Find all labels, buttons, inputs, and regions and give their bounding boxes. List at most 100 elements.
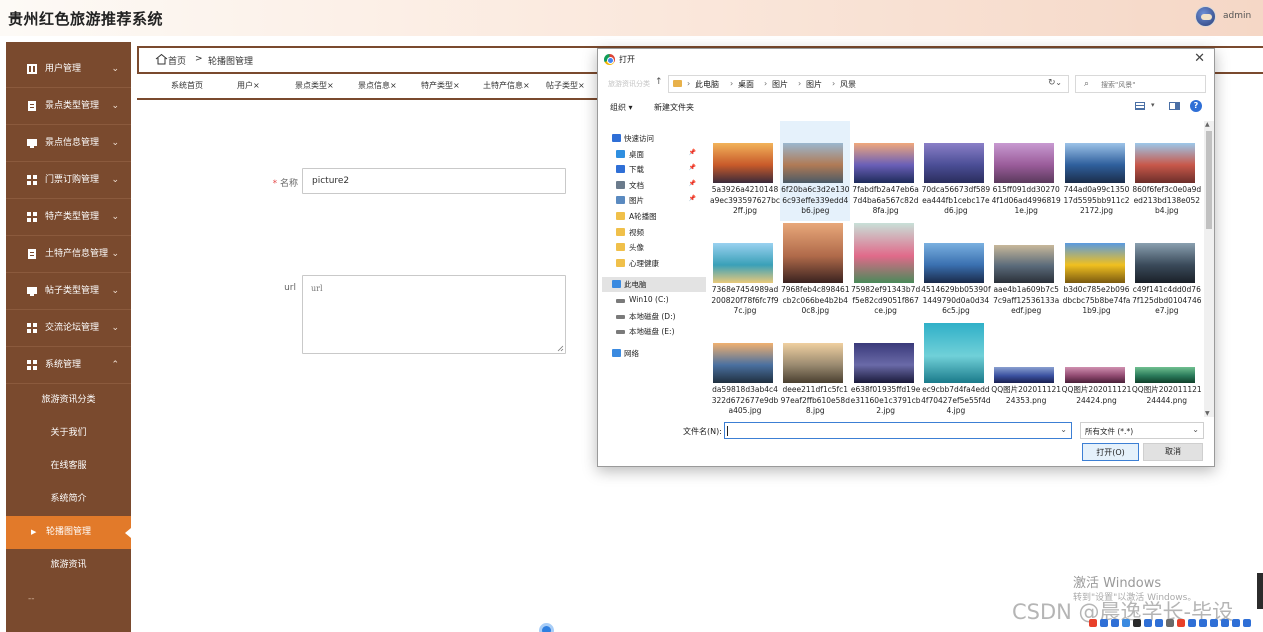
sidebar-subitem[interactable]: 旅游资讯分类 — [6, 384, 131, 417]
address-chevron-icon[interactable]: › — [687, 79, 690, 88]
tray-icon[interactable] — [1089, 619, 1097, 627]
refresh-icon[interactable]: ↻ — [1048, 78, 1056, 88]
scroll-up-icon[interactable]: ▲ — [1205, 121, 1210, 128]
file-item[interactable]: 7fabdfb2a47eb6a7d4ba6a567c82d8fa.jpg — [851, 121, 921, 221]
nav-pane-item[interactable]: 下载 📌 — [602, 162, 706, 177]
tray-icon[interactable] — [1122, 619, 1130, 627]
address-chevron-icon[interactable]: › — [730, 79, 733, 88]
file-item[interactable]: ec9cbb7d4fa4edd4f70427ef5e55f4d4.jpg — [921, 321, 991, 416]
address-segment[interactable]: 风景 — [840, 79, 856, 90]
file-item[interactable]: 860f6fef3c0e0a9ded213bd138e052b4.jpg — [1132, 121, 1202, 221]
file-item[interactable]: 744ad0a99c135017d5595bb911c22172.jpg — [1062, 121, 1132, 221]
tray-icon[interactable] — [1188, 619, 1196, 627]
sidebar-subitem[interactable]: 在线客服 — [6, 450, 131, 483]
file-item[interactable]: QQ图片20201112124444.png — [1132, 321, 1202, 416]
address-segment[interactable]: 图片 — [772, 79, 788, 90]
sidebar-subitem[interactable]: 关于我们 — [6, 417, 131, 450]
tab-item[interactable]: 景点类型× — [295, 80, 334, 91]
url-textarea[interactable] — [302, 275, 566, 354]
view-dropdown-icon[interactable]: ▾ — [1151, 101, 1155, 109]
tab-item[interactable]: 系统首页 — [171, 80, 203, 91]
sidebar-subitem[interactable]: 旅游资讯 — [6, 549, 131, 582]
address-chevron-icon[interactable]: › — [764, 79, 767, 88]
nav-pane-item[interactable]: 快速访问 — [602, 131, 706, 146]
file-item[interactable]: 615ff091dd302704f1d06ad49968191e.jpg — [991, 121, 1061, 221]
address-segment[interactable]: 桌面 — [738, 79, 754, 90]
resize-grip-icon[interactable] — [557, 345, 564, 352]
address-chevron-icon[interactable]: › — [832, 79, 835, 88]
address-chevron-icon[interactable]: › — [798, 79, 801, 88]
cancel-button[interactable]: 取消 — [1143, 443, 1203, 461]
tray-icon[interactable] — [1100, 619, 1108, 627]
nav-up-arrow-icon[interactable]: ↑ — [655, 77, 663, 87]
filename-dropdown-icon[interactable]: ⌄ — [1060, 425, 1067, 434]
open-button[interactable]: 打开(O) — [1082, 443, 1139, 461]
address-segment[interactable]: 图片 — [806, 79, 822, 90]
tray-icon[interactable] — [1166, 619, 1174, 627]
address-dropdown-icon[interactable]: ⌄ — [1055, 78, 1062, 87]
sidebar-menu-item[interactable]: 景点类型管理 ⌄ — [6, 87, 131, 124]
nav-pane-item[interactable]: 网络 — [602, 346, 706, 361]
scrollbar-thumb[interactable] — [1206, 131, 1212, 229]
search-box[interactable]: ⌕ 搜索"风景" — [1075, 75, 1206, 93]
nav-pane-item[interactable]: 文档 📌 — [602, 178, 706, 193]
sidebar-menu-item[interactable]: 帖子类型管理 ⌄ — [6, 272, 131, 309]
tray-icon[interactable] — [1133, 619, 1141, 627]
nav-pane-item[interactable]: A轮播图 — [602, 209, 706, 224]
file-item[interactable]: c49f141c4dd0d767f125dbd0104746e7.jpg — [1132, 221, 1202, 321]
sidebar-menu-item[interactable]: 景点信息管理 ⌄ — [6, 124, 131, 161]
preview-pane-icon[interactable] — [1169, 102, 1180, 110]
tab-item[interactable]: 用户× — [237, 80, 260, 91]
tab-item[interactable]: 特产类型× — [421, 80, 460, 91]
nav-pane-item[interactable]: 图片 📌 — [602, 193, 706, 208]
tray-icon[interactable] — [1243, 619, 1251, 627]
tray-icon[interactable] — [1221, 619, 1229, 627]
scroll-down-icon[interactable]: ▼ — [1205, 410, 1210, 417]
user-name[interactable]: admin — [1223, 11, 1251, 21]
sidebar-menu-item[interactable]: 土特产信息管理 ⌄ — [6, 235, 131, 272]
address-bar[interactable]: ⌄ › 此电脑 › 桌面 › 图片 › 图片 › 风景 — [668, 75, 1069, 93]
nav-pane-item[interactable]: Win10 (C:) — [602, 293, 706, 308]
sidebar-menu-item[interactable]: 特产类型管理 ⌄ — [6, 198, 131, 235]
tray-icon[interactable] — [1155, 619, 1163, 627]
nav-pane-item[interactable]: 头像 — [602, 240, 706, 255]
nav-pane-item[interactable]: 桌面 📌 — [602, 147, 706, 162]
file-item[interactable]: 5a3926a4210148a9ec393597627bc2ff.jpg — [710, 121, 780, 221]
home-icon[interactable] — [155, 53, 168, 65]
file-item[interactable]: deee211df1c5fc197eaf2ffb610e58d8.jpg — [780, 321, 850, 416]
tray-icon[interactable] — [1199, 619, 1207, 627]
file-item[interactable]: QQ图片20201112124353.png — [991, 321, 1061, 416]
file-item[interactable]: 7968feb4c898461cb2c066be4b2b40c8.jpg — [780, 221, 850, 321]
view-mode-icon[interactable] — [1135, 102, 1145, 110]
nav-pane-item[interactable]: 此电脑 — [602, 277, 706, 293]
filename-input[interactable]: ⌄ — [724, 422, 1072, 439]
dialog-close-button[interactable]: ✕ — [1194, 51, 1205, 67]
file-item[interactable]: 6f20ba6c3d2e1306c93effe339edd4b6.jpeg — [780, 121, 851, 221]
file-item[interactable]: 70dca56673df589ea444fb1cebc17ed6.jpg — [921, 121, 991, 221]
name-input[interactable] — [302, 168, 566, 194]
help-icon[interactable]: ? — [1190, 100, 1202, 112]
file-item[interactable]: aae4b1a609b7c57c9aff12536133aedf.jpeg — [991, 221, 1061, 321]
tab-item[interactable]: 景点信息× — [358, 80, 397, 91]
filetype-select[interactable]: 所有文件 (*.*) ⌄ — [1080, 422, 1204, 439]
nav-pane-item[interactable]: 本地磁盘 (E:) — [602, 324, 706, 339]
vertical-scrollbar[interactable]: ▲ ▼ — [1204, 121, 1214, 417]
sidebar-subitem[interactable]: 系统简介 — [6, 483, 131, 516]
file-item[interactable]: b3d0c785e2b096dbcbc75b8be74fa1b9.jpg — [1062, 221, 1132, 321]
tab-item[interactable]: 土特产信息× — [483, 80, 530, 91]
new-folder-button[interactable]: 新建文件夹 — [654, 102, 694, 113]
tray-icon[interactable] — [1144, 619, 1152, 627]
tray-icon[interactable] — [1111, 619, 1119, 627]
organize-button[interactable]: 组织 ▾ — [610, 102, 633, 113]
file-item[interactable]: da59818d3ab4c4322d672677e9dba405.jpg — [710, 321, 780, 416]
filetype-dropdown-icon[interactable]: ⌄ — [1192, 425, 1199, 434]
user-avatar[interactable] — [1195, 6, 1216, 27]
file-item[interactable]: 7368e7454989ad200820f78f6fc7f97c.jpg — [710, 221, 780, 321]
dialog-titlebar[interactable]: 打开 ✕ — [598, 49, 1214, 71]
tray-icon[interactable] — [1210, 619, 1218, 627]
file-item[interactable]: 4514629bb05390f1449790d0a0d346c5.jpg — [921, 221, 991, 321]
file-item[interactable]: e638f01935ffd19ee31160e1c3791cb2.jpg — [851, 321, 921, 416]
file-item[interactable]: QQ图片20201112124424.png — [1062, 321, 1132, 416]
tray-icon[interactable] — [1232, 619, 1240, 627]
breadcrumb-home[interactable]: 首页 — [168, 54, 186, 67]
